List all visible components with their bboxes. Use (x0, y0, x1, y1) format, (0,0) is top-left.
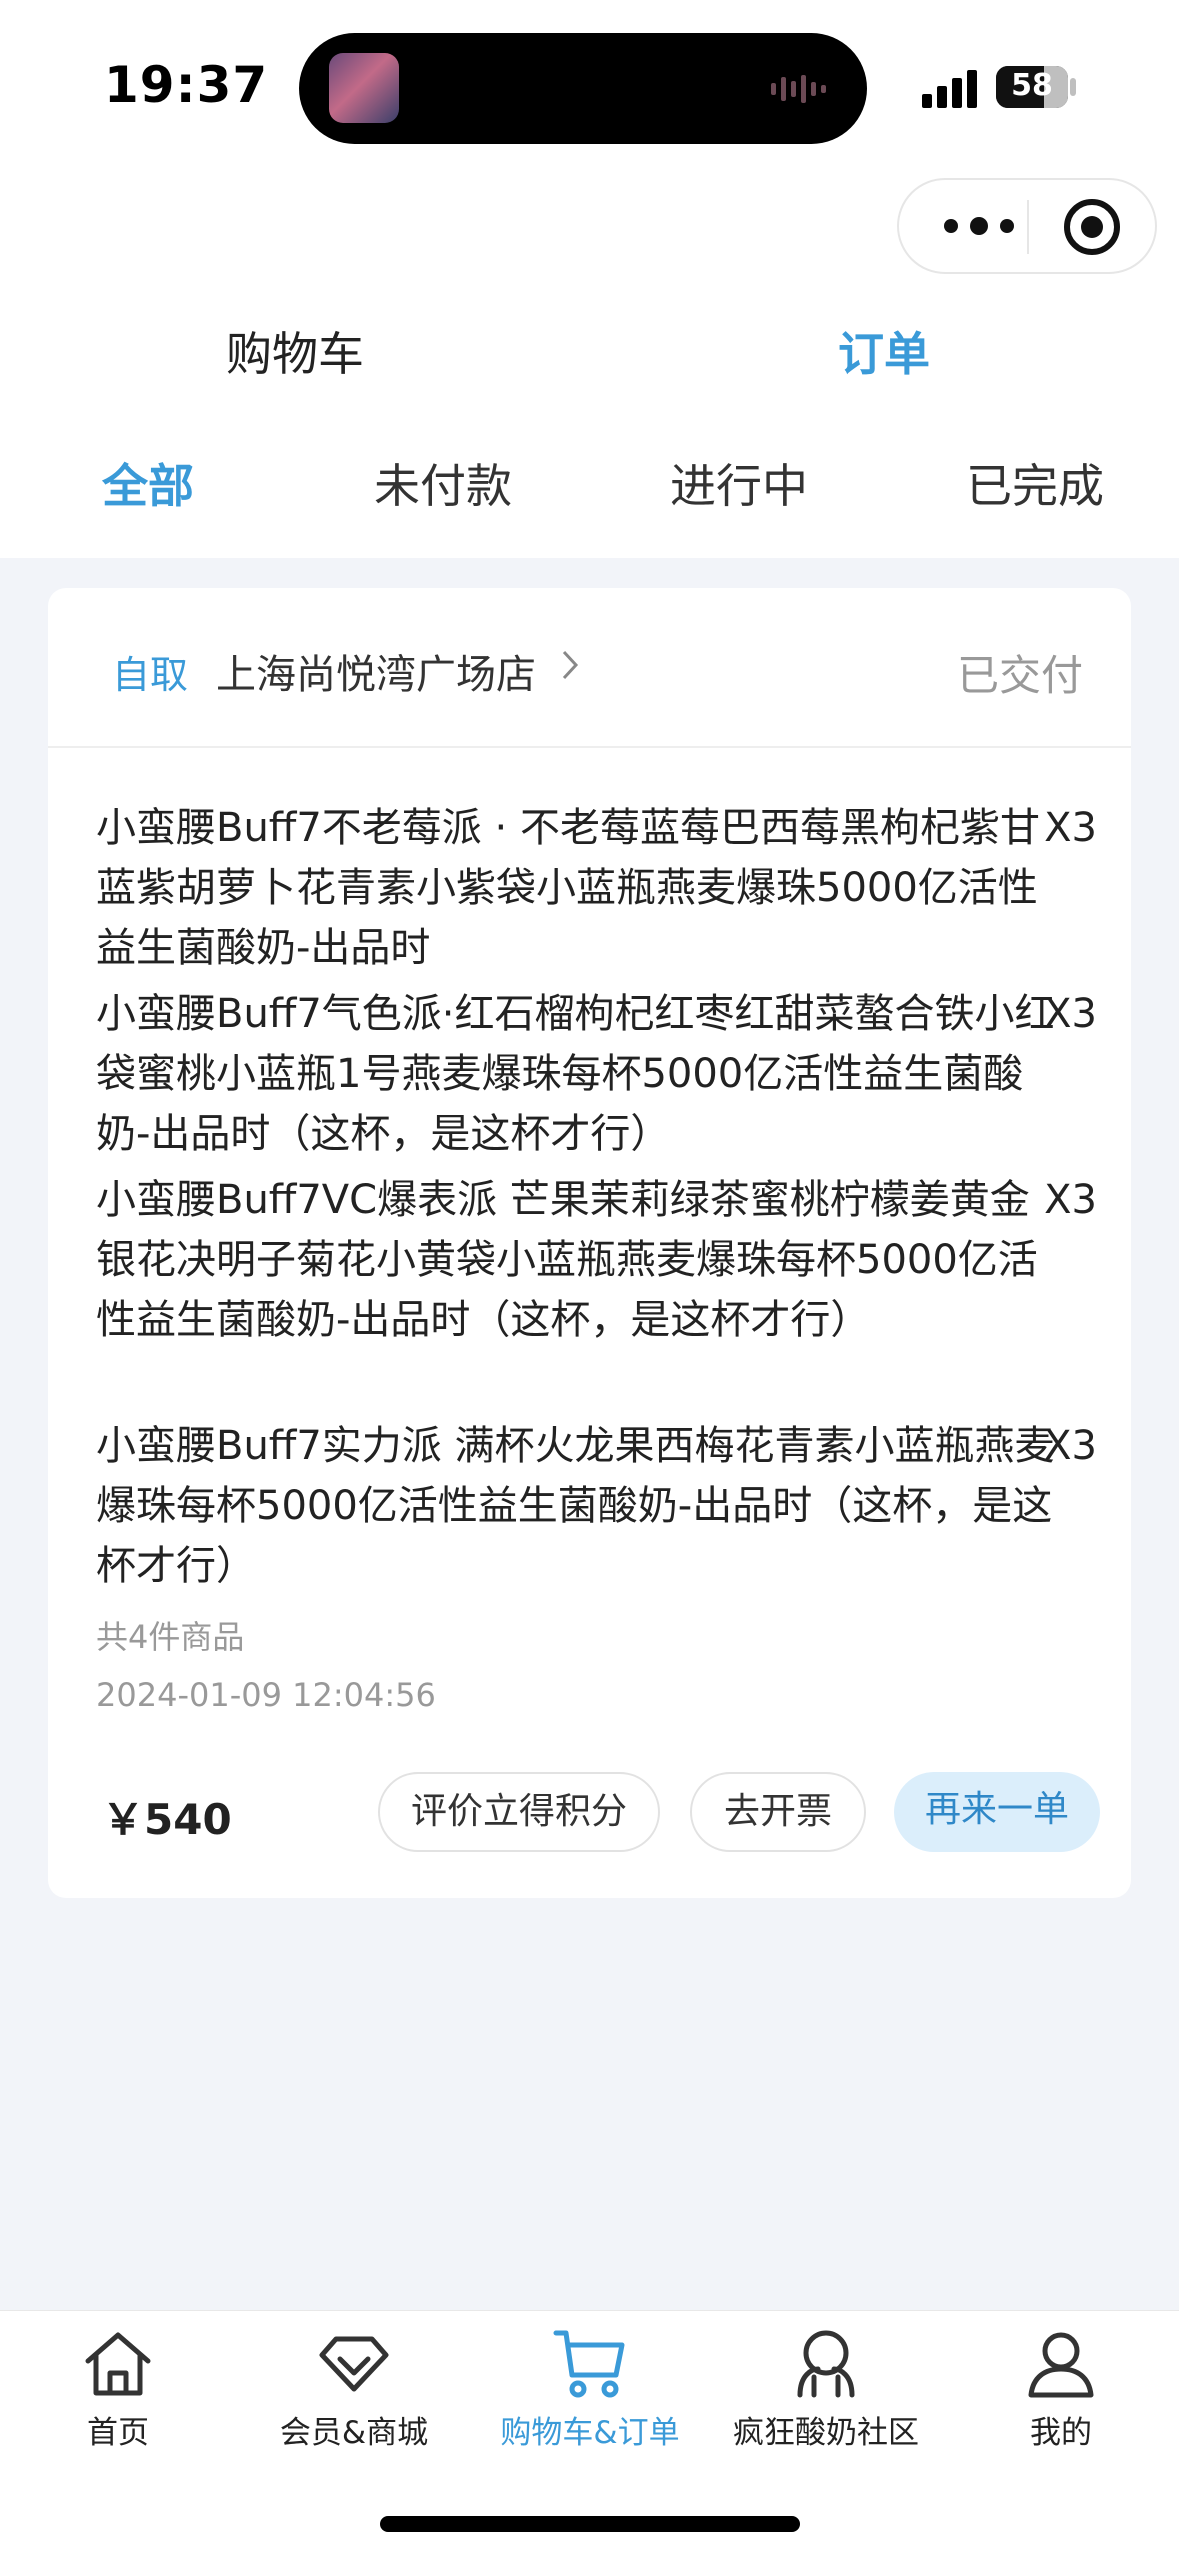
miniprogram-capsule (897, 178, 1157, 274)
tab-orders[interactable]: 订单 (838, 318, 930, 384)
tab-cart[interactable]: 购物车 (226, 318, 364, 384)
order-item-qty: X3 (1044, 991, 1097, 1037)
order-item-name: 小蛮腰Buff7气色派·红石榴枸杞红枣红甜菜螯合铁小红袋蜜桃小蓝瓶1号燕麦爆珠每… (96, 991, 1055, 1157)
order-item-qty: X3 (1044, 805, 1097, 851)
pickup-label: 自取 (112, 653, 189, 697)
more-icon[interactable] (939, 210, 1019, 242)
order-total-price: ￥540 (102, 1795, 232, 1844)
nav-home[interactable]: 首页 (0, 2323, 236, 2452)
subtab-completed[interactable]: 已完成 (966, 450, 1104, 516)
home-icon (85, 2332, 151, 2396)
order-item-name: 小蛮腰Buff7VC爆表派 芒果茉莉绿茶蜜桃柠檬姜黄金银花决明子菊花小黄袋小蓝瓶… (96, 1177, 1038, 1343)
nav-profile[interactable]: 我的 (943, 2323, 1179, 2452)
nav-label: 疯狂酸奶社区 (733, 2415, 919, 2451)
subtab-in-progress[interactable]: 进行中 (670, 450, 808, 516)
now-playing-artwork (329, 53, 399, 123)
status-time: 19:37 (104, 56, 269, 114)
order-item-name: 小蛮腰Buff7实力派 满杯火龙果西梅花青素小蓝瓶燕麦爆珠每杯5000亿活性益生… (96, 1423, 1055, 1589)
order-item-name: 小蛮腰Buff7不老莓派 · 不老莓蓝莓巴西莓黑枸杞紫甘蓝紫胡萝卜花青素小紫袋小… (96, 805, 1040, 971)
order-item-qty: X3 (1044, 1177, 1097, 1223)
order-card[interactable]: 自取 上海尚悦湾广场店 已交付 小蛮腰Buff7不老莓派 · 不老莓蓝莓巴西莓黑… (48, 588, 1131, 1898)
invoice-button[interactable]: 去开票 (690, 1772, 866, 1852)
order-status: 已交付 (956, 651, 1083, 700)
subtab-all[interactable]: 全部 (102, 450, 194, 516)
diamond-icon (319, 2336, 389, 2392)
home-indicator (380, 2516, 800, 2532)
reorder-button[interactable]: 再来一单 (894, 1772, 1100, 1852)
nav-label: 购物车&订单 (500, 2415, 680, 2451)
battery-level: 58 (1011, 68, 1053, 103)
nav-cart-orders[interactable]: 购物车&订单 (472, 2323, 708, 2452)
nav-label: 首页 (87, 2415, 149, 2451)
cellular-signal-icon (922, 70, 977, 108)
order-item-qty: X3 (1044, 1423, 1097, 1469)
item-count: 共4件商品 (96, 1618, 245, 1656)
close-miniprogram-icon[interactable] (1059, 194, 1125, 260)
review-button[interactable]: 评价立得积分 (378, 1772, 660, 1852)
battery-icon: 58 (996, 66, 1068, 108)
nav-label: 会员&商城 (279, 2415, 429, 2451)
audio-wave-icon (771, 75, 826, 103)
nav-label: 我的 (1030, 2415, 1092, 2451)
order-datetime: 2024-01-09 12:04:56 (96, 1676, 436, 1714)
nav-membership[interactable]: 会员&商城 (236, 2323, 472, 2452)
cart-icon (553, 2330, 625, 2398)
divider (48, 746, 1131, 748)
nav-community[interactable]: 疯狂酸奶社区 (708, 2323, 944, 2452)
dynamic-island[interactable] (299, 33, 867, 144)
capsule-divider (1027, 200, 1029, 254)
battery-cap (1070, 78, 1076, 96)
chevron-right-icon (562, 650, 579, 680)
profile-icon (1028, 2332, 1094, 2398)
subtab-unpaid[interactable]: 未付款 (374, 450, 512, 516)
community-icon (797, 2330, 855, 2398)
status-bar: 19:37 58 (0, 0, 1179, 170)
store-name[interactable]: 上海尚悦湾广场店 (216, 642, 536, 700)
